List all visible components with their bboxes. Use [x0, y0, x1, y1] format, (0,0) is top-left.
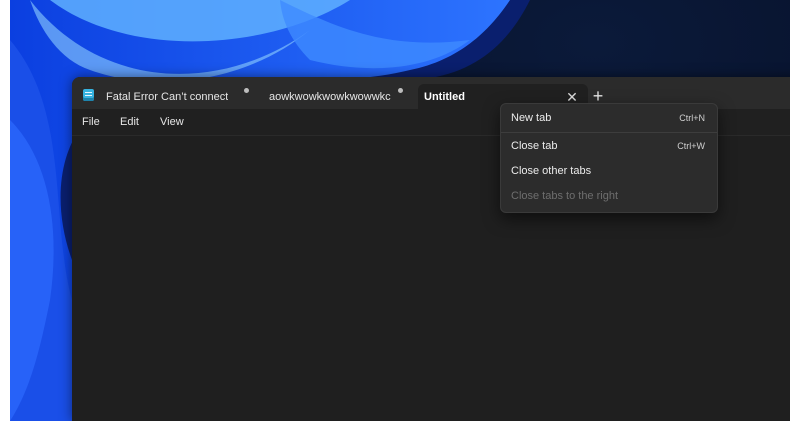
menu-item-close-other-tabs[interactable]: Close other tabs — [501, 159, 717, 183]
menu-item-close-tabs-right: Close tabs to the right — [501, 184, 717, 208]
tab-context-menu: New tab Ctrl+N Close tab Ctrl+W Close ot… — [500, 103, 718, 213]
menu-item-label: Close other tabs — [511, 165, 592, 177]
menu-item-new-tab[interactable]: New tab Ctrl+N — [501, 106, 717, 130]
unsaved-dot-icon — [244, 88, 249, 93]
tab-label: Fatal Error Can’t connect — [106, 91, 228, 103]
unsaved-dot-icon — [398, 88, 403, 93]
tab-fatal-error[interactable]: Fatal Error Can’t connect — [106, 84, 246, 110]
desktop-screenshot: Fatal Error Can’t connect aowkwowkwowkwo… — [10, 0, 790, 421]
menu-file[interactable]: File — [82, 114, 100, 130]
menu-item-label: New tab — [511, 112, 552, 124]
shortcut-label: Ctrl+N — [679, 113, 705, 123]
menu-item-label: Close tab — [511, 140, 558, 152]
tab-label: aowkwowkwowkwowwkc — [269, 91, 391, 103]
shortcut-label: Ctrl+W — [677, 141, 705, 151]
menu-edit[interactable]: Edit — [120, 114, 139, 130]
tab-aowk[interactable]: aowkwowkwowkwowwkc — [269, 84, 399, 110]
menu-item-close-tab[interactable]: Close tab Ctrl+W — [501, 134, 717, 158]
menu-separator — [501, 132, 717, 133]
menu-view[interactable]: View — [160, 114, 184, 130]
menu-item-label: Close tabs to the right — [511, 190, 619, 202]
notepad-icon — [83, 89, 94, 101]
